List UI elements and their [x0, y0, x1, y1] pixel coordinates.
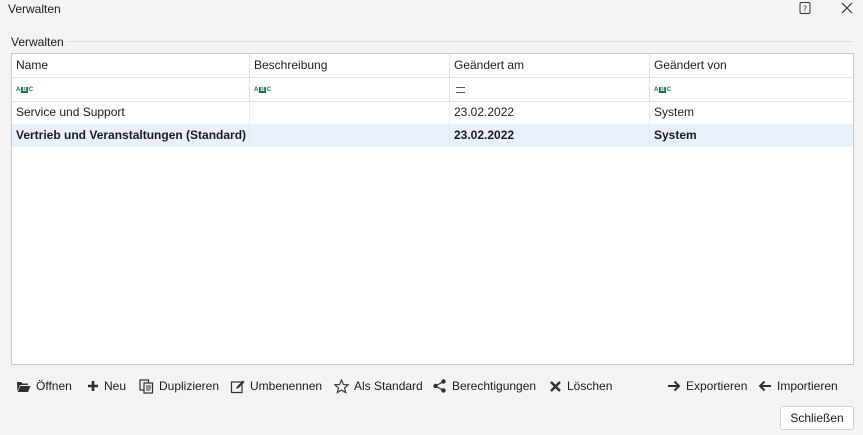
header-row: Name Beschreibung Geändert am Geändert v… — [12, 54, 853, 78]
new-button[interactable]: Neu — [87, 376, 126, 396]
open-label: Öffnen — [36, 379, 72, 393]
permissions-button[interactable]: Berechtigungen — [432, 376, 536, 396]
filter-cell-geaendert-von[interactable]: ABC — [650, 78, 853, 101]
title-bar: Verwalten ? — [0, 0, 863, 18]
rename-icon — [230, 380, 245, 393]
import-button[interactable]: Importieren — [758, 376, 838, 396]
cell-name: Service und Support — [12, 101, 250, 124]
column-header-geaendert-von[interactable]: Geändert von — [650, 54, 853, 77]
new-label: Neu — [104, 379, 127, 393]
group-label: Verwalten — [11, 35, 64, 49]
duplicate-icon — [139, 378, 154, 394]
rename-label: Umbenennen — [250, 379, 323, 393]
open-button[interactable]: Öffnen — [16, 376, 72, 396]
action-toolbar: Öffnen Neu Duplizieren Umbenennen Als St… — [0, 376, 863, 396]
import-label: Importieren — [777, 379, 838, 393]
rename-button[interactable]: Umbenennen — [230, 376, 322, 396]
equals-filter-icon[interactable] — [456, 86, 465, 93]
abc-text-filter-icon[interactable]: ABC — [16, 86, 33, 94]
set-default-button[interactable]: Als Standard — [334, 376, 423, 396]
duplicate-label: Duplizieren — [159, 379, 220, 393]
export-button[interactable]: Exportieren — [667, 376, 747, 396]
close-dialog-button[interactable]: Schließen — [780, 406, 854, 430]
x-icon — [550, 380, 561, 392]
folder-open-icon — [17, 381, 31, 392]
help-icon[interactable]: ? — [798, 1, 812, 15]
abc-text-filter-icon[interactable]: ABC — [254, 86, 271, 94]
window-title: Verwalten — [8, 2, 61, 16]
cell-geaendert-von: System — [654, 128, 697, 142]
cell-beschreibung — [250, 101, 450, 124]
delete-button[interactable]: Löschen — [549, 376, 612, 396]
permissions-label: Berechtigungen — [452, 379, 537, 393]
close-icon[interactable] — [839, 0, 855, 16]
filter-cell-geaendert-am[interactable] — [450, 78, 650, 101]
arrow-left-icon — [758, 380, 771, 392]
duplicate-button[interactable]: Duplizieren — [139, 376, 219, 396]
column-header-geaendert-am[interactable]: Geändert am — [450, 54, 650, 77]
data-grid[interactable]: Name Beschreibung Geändert am Geändert v… — [11, 53, 854, 365]
share-icon — [433, 379, 446, 393]
star-icon — [334, 378, 349, 394]
abc-text-filter-icon[interactable]: ABC — [654, 86, 671, 94]
filter-cell-name[interactable]: ABC — [12, 78, 250, 101]
filter-row: ABC ABC ABC — [12, 78, 853, 102]
group-divider — [66, 41, 853, 42]
cell-geaendert-am: 23.02.2022 — [450, 101, 650, 124]
export-label: Exportieren — [686, 379, 748, 393]
svg-text:?: ? — [803, 5, 807, 14]
plus-icon — [88, 381, 98, 391]
delete-label: Löschen — [567, 379, 613, 393]
cell-beschreibung — [250, 124, 450, 147]
filter-cell-beschreibung[interactable]: ABC — [250, 78, 450, 101]
column-header-name[interactable]: Name — [12, 54, 250, 77]
arrow-right-icon — [668, 380, 681, 392]
set-default-label: Als Standard — [354, 379, 423, 393]
cell-name: Vertrieb und Veranstaltungen (Standard) — [12, 124, 250, 147]
cell-geaendert-von: System — [654, 105, 695, 119]
table-row-selected[interactable]: Vertrieb und Veranstaltungen (Standard) … — [12, 124, 853, 147]
cell-geaendert-am: 23.02.2022 — [450, 124, 650, 147]
column-header-beschreibung[interactable]: Beschreibung — [250, 54, 450, 77]
table-row[interactable]: Service und Support 23.02.2022 System — [12, 101, 853, 124]
